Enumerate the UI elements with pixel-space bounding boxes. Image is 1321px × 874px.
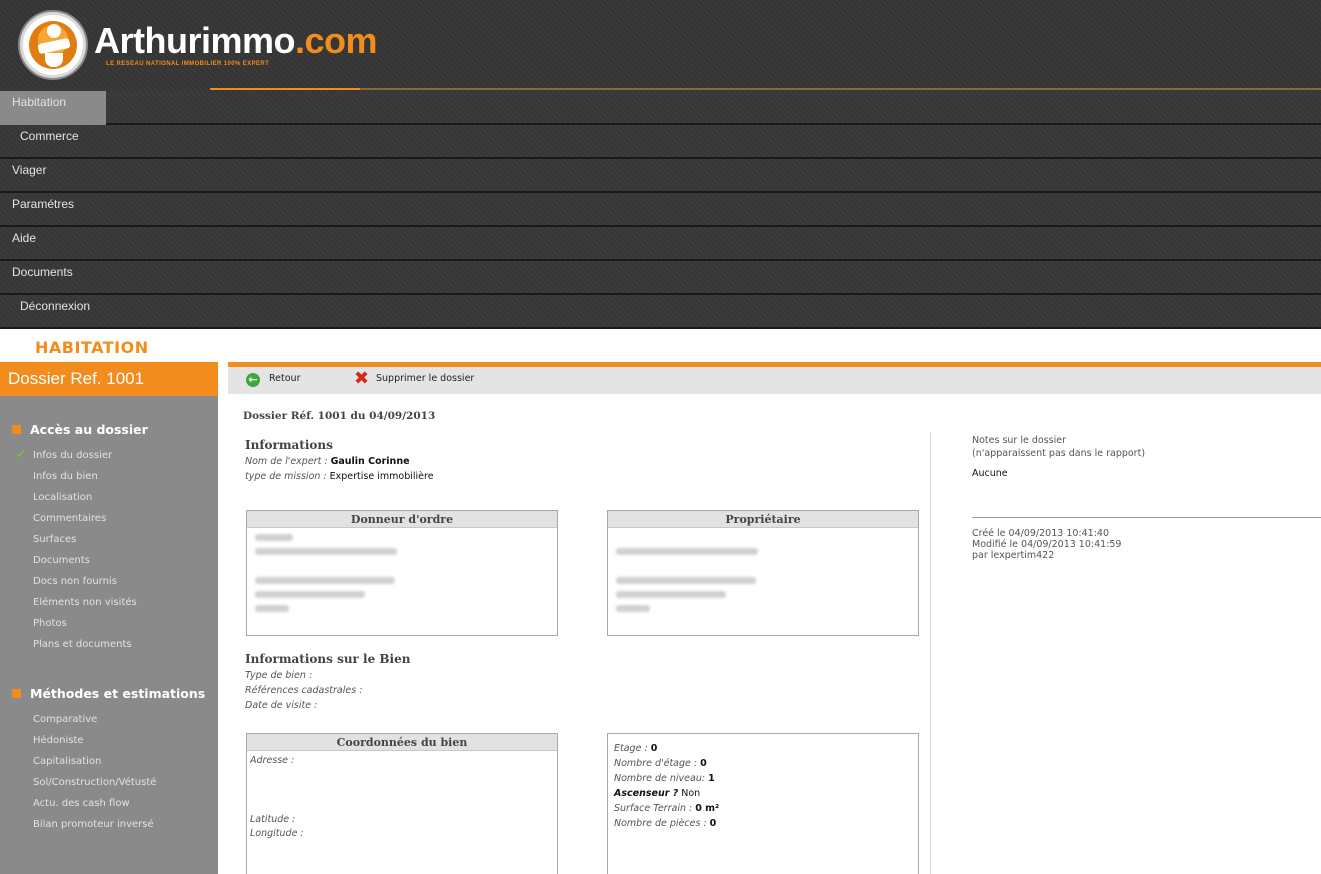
sidebar-item-capitalisation[interactable]: Capitalisation <box>33 756 101 767</box>
sidebar-item-surfaces[interactable]: Surfaces <box>33 534 76 545</box>
informations-bien-heading: Informations sur le Bien <box>245 652 411 666</box>
nav-item-documents[interactable]: Documents <box>0 261 1321 295</box>
nav-item-aide[interactable]: Aide <box>0 227 1321 261</box>
sidebar-item-cash-flow[interactable]: Actu. des cash flow <box>33 798 130 809</box>
sidebar-group-methodes: Méthodes et estimations <box>12 686 205 701</box>
proprietaire-box: Propriétaire <box>607 510 919 636</box>
sidebar-group-acces: Accès au dossier <box>12 422 148 437</box>
redacted-text <box>616 577 756 584</box>
nav-item-label: Aide <box>12 231 37 245</box>
notes-value: Aucune <box>972 468 1008 479</box>
nb-niveau-row: Nombre de niveau: 1 <box>614 773 715 784</box>
date-visite-row: Date de visite : <box>245 700 318 711</box>
donneur-ordre-box: Donneur d'ordre <box>246 510 558 636</box>
dossier-ref-header: Dossier Ref. 1001 <box>0 362 218 396</box>
modified-by: par lexpertim422 <box>972 550 1055 561</box>
latitude-row: Latitude : <box>250 814 296 825</box>
adresse-row: Adresse : <box>250 755 295 766</box>
sidebar-item-infos-bien[interactable]: Infos du bien <box>33 471 98 482</box>
logo-tagline: LE RESEAU NATIONAL IMMOBILIER 100% EXPER… <box>106 61 270 67</box>
sidebar-item-sol-construction[interactable]: Sol/Construction/Vétusté <box>33 777 156 788</box>
nav-item-commerce[interactable]: Commerce <box>0 125 1321 159</box>
header-divider-accent <box>210 88 360 90</box>
coordonnees-box: Coordonnées du bien Adresse : Latitude :… <box>246 733 558 874</box>
cadastre-row: Références cadastrales : <box>245 685 363 696</box>
logo-emblem-icon <box>20 12 86 78</box>
redacted-text <box>255 534 293 541</box>
redacted-text <box>255 591 365 598</box>
nav-item-parametres[interactable]: Paramétres <box>0 193 1321 227</box>
modified-date: Modifié le 04/09/2013 10:41:59 <box>972 539 1122 550</box>
proprietaire-heading: Propriétaire <box>608 511 918 528</box>
check-icon: ✓ <box>16 447 27 462</box>
notes-subtitle: (n'apparaissent pas dans le rapport) <box>972 448 1146 459</box>
redacted-text <box>616 548 758 555</box>
sidebar-item-bilan-promoteur[interactable]: Bilan promoteur inversé <box>33 819 154 830</box>
redacted-text <box>616 605 650 612</box>
notes-divider <box>972 517 1321 518</box>
nav-item-habitation[interactable]: Habitation <box>0 91 1321 125</box>
nav-item-deconnexion[interactable]: Déconnexion <box>0 295 1321 329</box>
informations-heading: Informations <box>245 438 333 452</box>
nav-item-label: Viager <box>12 163 47 177</box>
nav-item-label: Documents <box>12 265 73 279</box>
section-title: HABITATION <box>35 338 149 357</box>
square-bullet-icon <box>12 425 21 434</box>
logo-wordmark: Arthurimmo.com <box>94 20 378 61</box>
details-bien-box: Etage : 0 Nombre d'étage : 0 Nombre de n… <box>607 733 919 874</box>
redacted-text <box>255 548 397 555</box>
sidebar-item-docs-non-fournis[interactable]: Docs non fournis <box>33 576 117 587</box>
arthurimmo-logo[interactable]: Arthurimmo.com LE RESEAU NATIONAL IMMOBI… <box>20 12 378 92</box>
nb-etage-row: Nombre d'étage : 0 <box>614 758 707 769</box>
redacted-text <box>255 605 289 612</box>
redacted-text <box>255 577 395 584</box>
square-bullet-icon <box>12 689 21 698</box>
nav-item-label: Paramétres <box>12 197 75 211</box>
retour-button[interactable]: Retour <box>269 373 300 384</box>
mission-row: type de mission : Expertise immobilière <box>245 471 434 482</box>
redacted-text <box>616 591 726 598</box>
ascenseur-row: Ascenseur ? Non <box>614 788 701 799</box>
back-arrow-icon[interactable]: ← <box>246 373 260 387</box>
delete-x-icon[interactable]: ✖ <box>354 370 369 388</box>
sidebar-item-documents[interactable]: Documents <box>33 555 90 566</box>
sidebar-item-hedoniste[interactable]: Hédoniste <box>33 735 84 746</box>
created-date: Créé le 04/09/2013 10:41:40 <box>972 528 1109 539</box>
nav-item-label: Déconnexion <box>20 299 91 313</box>
header-divider <box>210 88 1321 90</box>
sidebar-item-comparative[interactable]: Comparative <box>33 714 97 725</box>
expert-row: Nom de l'expert : Gaulin Corinne <box>245 456 410 467</box>
toolbar: ← Retour ✖ Supprimer le dossier <box>228 367 1321 394</box>
nb-pieces-row: Nombre de pièces : 0 <box>614 818 717 829</box>
sidebar-item-infos-dossier[interactable]: Infos du dossier <box>33 450 112 461</box>
etage-row: Etage : 0 <box>614 743 658 754</box>
nav-item-viager[interactable]: Viager <box>0 159 1321 193</box>
longitude-row: Longitude : <box>250 828 304 839</box>
surface-terrain-row: Surface Terrain : 0 m² <box>614 803 720 814</box>
type-bien-row: Type de bien : <box>245 670 313 681</box>
sidebar-item-commentaires[interactable]: Commentaires <box>33 513 106 524</box>
notes-title: Notes sur le dossier <box>972 435 1066 446</box>
sidebar: Dossier Ref. 1001 Accès au dossier ✓ Inf… <box>0 362 218 874</box>
main-nav: Habitation Commerce Viager Paramétres Ai… <box>0 91 1321 332</box>
nav-item-label: Habitation <box>12 95 67 109</box>
dossier-title: Dossier Réf. 1001 du 04/09/2013 <box>243 410 436 422</box>
sidebar-item-photos[interactable]: Photos <box>33 618 67 629</box>
header-bar: Arthurimmo.com LE RESEAU NATIONAL IMMOBI… <box>0 0 1321 93</box>
nav-item-label: Commerce <box>20 129 79 143</box>
column-divider <box>930 432 931 874</box>
sidebar-item-elements-non-visites[interactable]: Eléments non visités <box>33 597 137 608</box>
sidebar-item-localisation[interactable]: Localisation <box>33 492 92 503</box>
coordonnees-heading: Coordonnées du bien <box>247 734 557 751</box>
supprimer-dossier-button[interactable]: Supprimer le dossier <box>376 373 474 384</box>
sidebar-item-plans-documents[interactable]: Plans et documents <box>33 639 132 650</box>
donneur-ordre-heading: Donneur d'ordre <box>247 511 557 528</box>
